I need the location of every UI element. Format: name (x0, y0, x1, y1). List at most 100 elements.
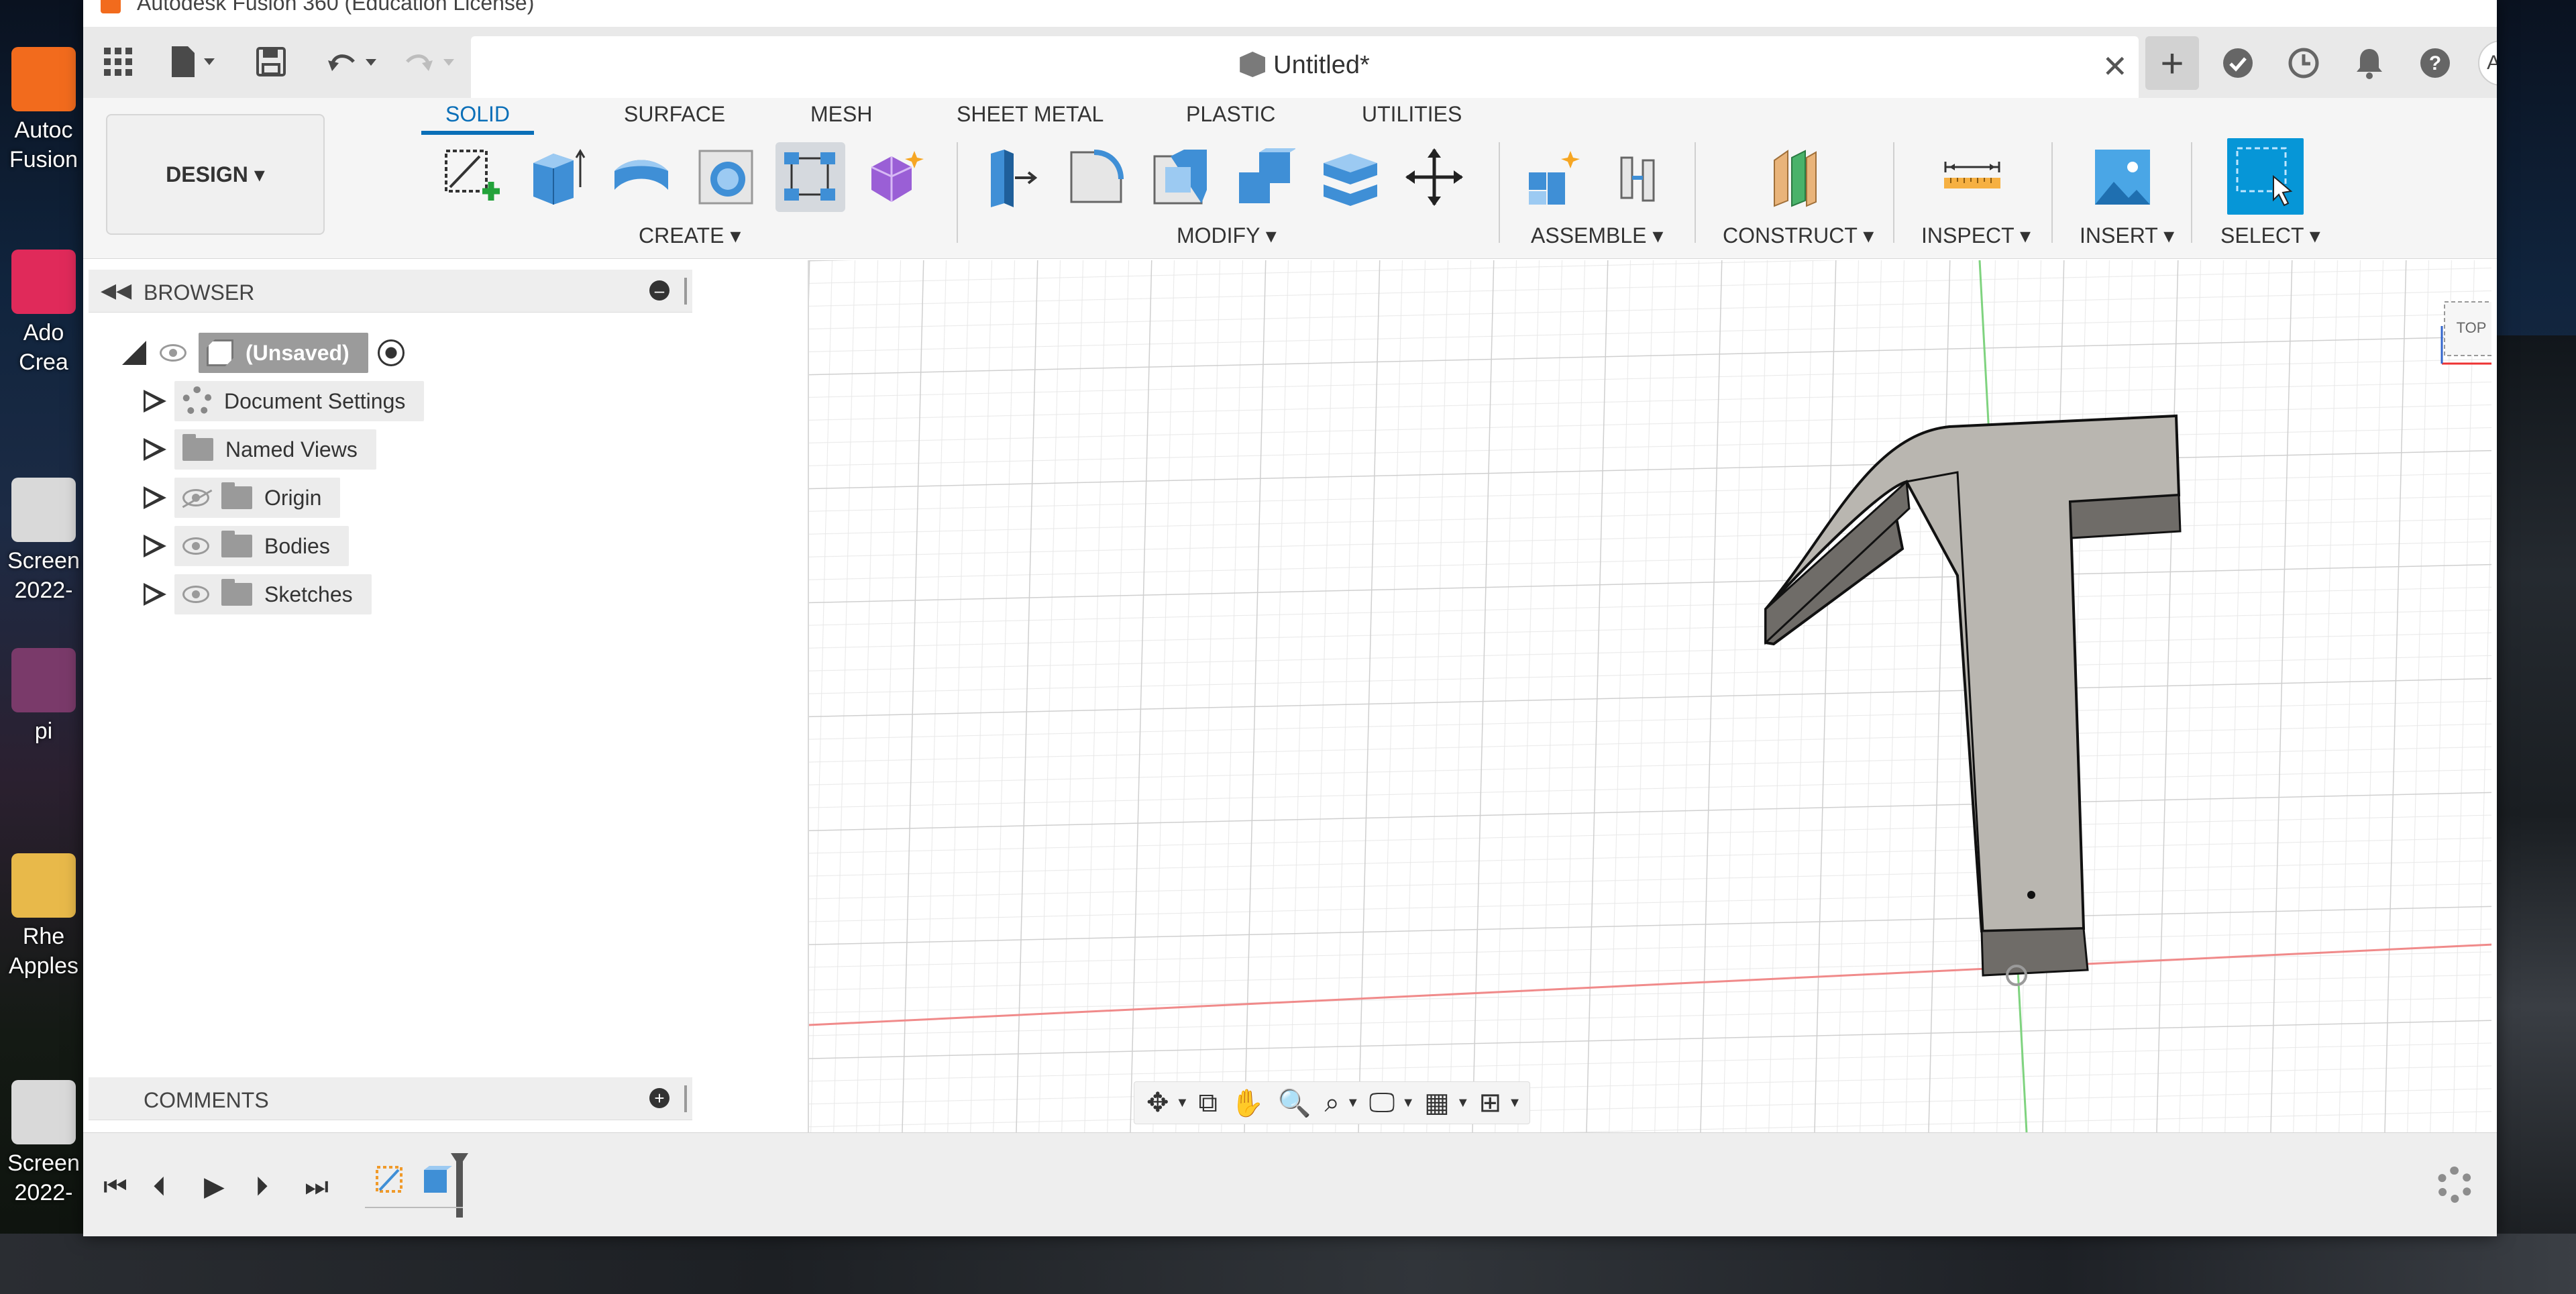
extrude-tool[interactable] (522, 142, 592, 212)
workspace-switcher-button[interactable]: DESIGN ▾ (106, 114, 325, 235)
offset-plane-tool[interactable] (1760, 142, 1830, 212)
tab-utilities[interactable]: UTILITIES (1362, 102, 1462, 127)
tab-surface[interactable]: SURFACE (624, 102, 725, 127)
desktop-icon-pi[interactable]: pi (0, 648, 87, 746)
offset-face-tool[interactable] (1315, 142, 1385, 212)
viewport-canvas[interactable] (809, 260, 2491, 1132)
close-tab-icon[interactable]: ✕ (2102, 48, 2128, 85)
move-copy-tool[interactable] (1399, 142, 1469, 212)
document-tab[interactable]: Untitled* ✕ (471, 36, 2139, 98)
display-settings-icon[interactable]: 🖵 (1365, 1084, 1399, 1122)
pan-hand-icon[interactable]: ✋ (1227, 1084, 1269, 1122)
insert-image-tool[interactable] (2088, 142, 2157, 212)
viewports-icon[interactable]: ⊞ (1475, 1084, 1506, 1122)
pattern-tool[interactable] (775, 142, 845, 212)
modify-menu[interactable]: MODIFY ▾ (1177, 223, 1277, 248)
undo-icon[interactable] (322, 42, 389, 82)
visibility-eye-icon[interactable] (182, 537, 209, 555)
fit-icon[interactable]: ⌕ (1321, 1084, 1344, 1122)
desktop-icon-screenshot-2[interactable]: Screen 2022- (0, 1080, 87, 1207)
redo-icon[interactable] (398, 42, 466, 82)
look-at-icon[interactable]: ⧉ (1194, 1084, 1222, 1122)
timeline-sketch-feature-icon[interactable] (374, 1164, 408, 1196)
fit-dropdown-icon[interactable]: ▼ (1346, 1095, 1360, 1111)
help-icon[interactable]: ? (2408, 36, 2462, 90)
clock-icon[interactable] (2277, 36, 2330, 90)
browser-root-row[interactable]: (Unsaved) (122, 331, 405, 374)
panel-resize-handle[interactable] (684, 1085, 687, 1112)
collapse-triangle-icon[interactable] (122, 341, 146, 365)
panel-resize-handle[interactable] (684, 278, 687, 305)
view-cube[interactable]: x TOP (2438, 299, 2491, 366)
grid-dropdown-icon[interactable]: ▼ (1456, 1095, 1470, 1111)
file-menu-button[interactable] (161, 42, 228, 82)
activate-radio-icon[interactable] (377, 339, 405, 366)
expand-arrow-icon[interactable] (144, 438, 166, 461)
browser-minimize-icon[interactable]: – (649, 280, 669, 301)
user-avatar[interactable]: AR (2474, 36, 2497, 90)
visibility-eye-icon[interactable] (160, 344, 186, 362)
desktop-icon-fusion[interactable]: Autoc Fusion (0, 47, 87, 174)
app-grid-icon[interactable] (98, 42, 138, 82)
select-tool[interactable] (2227, 138, 2304, 215)
inspect-menu[interactable]: INSPECT ▾ (1921, 223, 2031, 248)
measure-tool[interactable] (1937, 142, 2007, 212)
step-forward-icon[interactable]: ⏵ (255, 1171, 268, 1203)
tab-solid[interactable]: SOLID (421, 102, 535, 135)
fillet-tool[interactable] (1061, 142, 1131, 212)
new-tab-icon[interactable]: + (2145, 36, 2199, 90)
tab-plastic[interactable]: PLASTIC (1186, 102, 1275, 127)
create-menu[interactable]: CREATE ▾ (639, 223, 741, 248)
canvas-viewport[interactable]: x TOP ✥▼ ⧉ ✋ 🔍 ⌕▼ 🖵▼ ▦▼ ⊞▼ (808, 260, 2491, 1132)
timeline-extrude-feature-icon[interactable] (419, 1164, 452, 1196)
desktop-icon-folder[interactable]: Rhe Apples (0, 853, 87, 981)
step-back-icon[interactable]: ⏴ (153, 1171, 166, 1203)
go-to-end-icon[interactable]: ⏭ (305, 1171, 329, 1203)
viewports-dropdown-icon[interactable]: ▼ (1508, 1095, 1521, 1111)
tree-item-label: Named Views (225, 437, 358, 462)
expand-arrow-icon[interactable] (144, 486, 166, 509)
joint-tool[interactable] (1603, 142, 1673, 212)
orbit-icon[interactable]: ✥ (1142, 1084, 1173, 1122)
assemble-menu[interactable]: ASSEMBLE ▾ (1531, 223, 1663, 248)
revolve-tool[interactable] (606, 142, 676, 212)
expand-arrow-icon[interactable] (144, 583, 166, 606)
browser-item-named-views[interactable]: Named Views (144, 428, 376, 471)
ribbon-divider (1893, 142, 1894, 243)
timeline-marker-head[interactable] (451, 1153, 468, 1167)
notifications-bell-icon[interactable] (2343, 36, 2396, 90)
desktop-icon-adobe[interactable]: Ado Crea (0, 250, 87, 377)
tab-mesh[interactable]: MESH (810, 102, 872, 127)
insert-menu[interactable]: INSERT ▾ (2080, 223, 2174, 248)
hole-tool[interactable] (691, 142, 761, 212)
add-comment-icon[interactable]: + (649, 1088, 669, 1108)
visibility-hidden-icon[interactable] (182, 489, 209, 506)
browser-item-origin[interactable]: Origin (144, 476, 341, 519)
go-to-start-icon[interactable]: ⏮ (103, 1171, 127, 1203)
tab-sheet-metal[interactable]: SHEET METAL (957, 102, 1104, 127)
zoom-icon[interactable]: 🔍 (1274, 1084, 1316, 1122)
visibility-eye-icon[interactable] (182, 586, 209, 603)
press-pull-tool[interactable] (977, 142, 1046, 212)
browser-item-sketches[interactable]: Sketches (144, 573, 372, 616)
timeline-settings-gear-icon[interactable] (2436, 1167, 2473, 1203)
shell-tool[interactable] (1146, 142, 1216, 212)
job-status-icon[interactable] (2211, 36, 2265, 90)
expand-arrow-icon[interactable] (144, 535, 166, 557)
orbit-dropdown-icon[interactable]: ▼ (1176, 1095, 1189, 1111)
save-icon[interactable] (251, 42, 291, 82)
create-form-tool[interactable] (860, 142, 930, 212)
desktop-icon-screenshot-1[interactable]: Screen 2022- (0, 478, 87, 605)
create-sketch-tool[interactable] (437, 142, 507, 212)
browser-item-bodies[interactable]: Bodies (144, 525, 349, 568)
expand-arrow-icon[interactable] (144, 390, 166, 413)
grid-settings-icon[interactable]: ▦ (1420, 1084, 1454, 1122)
new-component-tool[interactable] (1519, 142, 1589, 212)
browser-item-document-settings[interactable]: Document Settings (144, 380, 425, 423)
construct-menu[interactable]: CONSTRUCT ▾ (1723, 223, 1874, 248)
collapse-panel-icon[interactable]: ◀◀ (101, 279, 131, 303)
play-icon[interactable]: ▶ (204, 1171, 225, 1203)
combine-tool[interactable] (1230, 142, 1300, 212)
display-dropdown-icon[interactable]: ▼ (1401, 1095, 1415, 1111)
select-menu[interactable]: SELECT ▾ (2220, 223, 2320, 248)
